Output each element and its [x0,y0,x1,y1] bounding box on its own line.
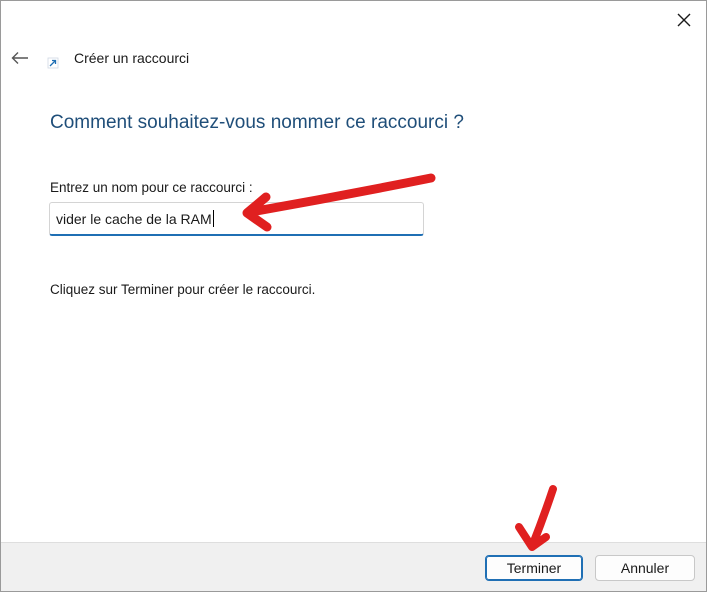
dialog-footer: Terminer Annuler [1,542,706,591]
back-button[interactable] [7,45,33,71]
finish-button[interactable]: Terminer [485,555,583,581]
back-arrow-icon [11,52,28,64]
create-shortcut-dialog: Créer un raccourci Comment souhaitez-vou… [0,0,707,592]
shortcut-name-label: Entrez un nom pour ce raccourci : [50,180,253,195]
shortcut-arrow-icon [47,57,59,69]
shortcut-name-value: vider le cache de la RAM [56,210,212,227]
page-heading: Comment souhaitez-vous nommer ce raccour… [50,112,464,133]
close-button[interactable] [670,7,698,33]
close-icon [677,13,691,27]
wizard-title: Créer un raccourci [74,50,190,66]
finish-instruction: Cliquez sur Terminer pour créer le racco… [50,282,316,297]
shortcut-name-input[interactable]: vider le cache de la RAM [49,202,424,236]
cancel-button[interactable]: Annuler [595,555,695,581]
text-caret [212,210,214,227]
annotation-arrow-finish [515,485,557,551]
